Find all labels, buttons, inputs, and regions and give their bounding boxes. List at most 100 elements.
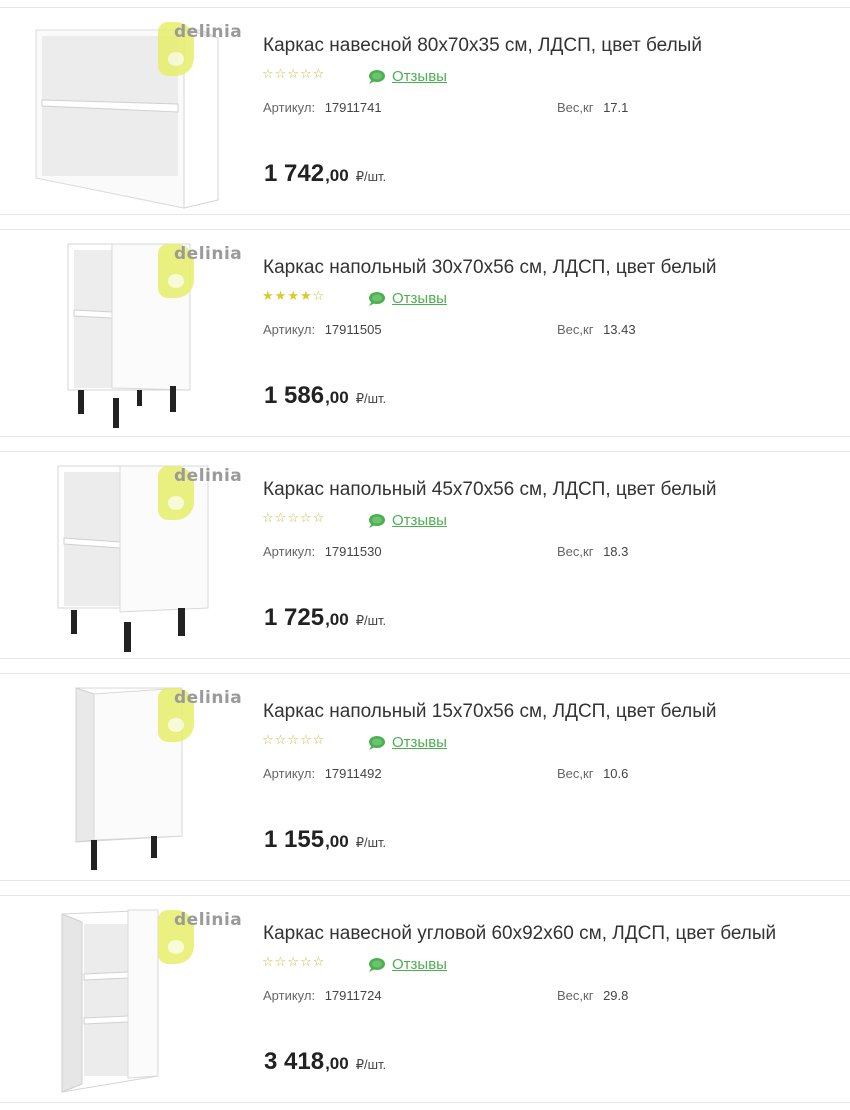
- rating-stars[interactable]: ★ ★ ★ ★ ☆: [262, 290, 324, 303]
- article-value: 17911492: [324, 766, 382, 781]
- article-label: Артикул:: [263, 544, 316, 559]
- star-icon: ☆: [262, 955, 274, 970]
- star-icon: ☆: [274, 67, 287, 82]
- reviews-link[interactable]: Отзывы: [366, 956, 447, 973]
- article-label: Артикул:: [263, 322, 316, 337]
- weight-value: 17.1: [603, 100, 629, 115]
- price-unit: ₽/шт.: [355, 391, 387, 406]
- product-card[interactable]: delinia Каркас навесной 80x70x35 см, ЛДС…: [0, 7, 850, 215]
- reviews-link[interactable]: Отзывы: [366, 512, 447, 529]
- weight-label: Вес,кг: [557, 988, 594, 1003]
- price-unit: ₽/шт.: [355, 169, 387, 184]
- brand-logo: delinia: [156, 462, 256, 522]
- article-label: Артикул:: [263, 100, 316, 115]
- product-title[interactable]: Каркас напольный 30x70x56 см, ЛДСП, цвет…: [263, 257, 717, 279]
- article-info: Артикул: 17911741: [263, 100, 382, 115]
- star-icon: ★: [287, 289, 299, 304]
- star-icon: ★: [262, 289, 274, 304]
- weight-label: Вес,кг: [557, 766, 594, 781]
- reviews-label[interactable]: Отзывы: [392, 68, 447, 85]
- weight-info: Вес,кг 29.8: [557, 988, 628, 1003]
- product-list: delinia Каркас навесной 80x70x35 см, ЛДС…: [0, 0, 850, 1110]
- reviews-label[interactable]: Отзывы: [392, 956, 447, 973]
- price-unit: ₽/шт.: [355, 613, 387, 628]
- reviews-link[interactable]: Отзывы: [366, 68, 447, 85]
- price: 3 418 ,00 ₽/шт.: [264, 1048, 386, 1076]
- weight-value: 29.8: [603, 988, 629, 1003]
- product-card[interactable]: delinia Каркас навесной угловой 60x92x60…: [0, 895, 850, 1103]
- star-icon: ☆: [287, 733, 299, 748]
- brand-logo: delinia: [156, 18, 256, 78]
- price-decimals: ,00: [325, 1054, 349, 1073]
- price: 1 155 ,00 ₽/шт.: [264, 826, 386, 854]
- weight-info: Вес,кг 18.3: [557, 544, 628, 559]
- star-icon: ☆: [274, 955, 287, 970]
- weight-value: 18.3: [603, 544, 629, 559]
- chat-bubble-icon: [369, 69, 385, 84]
- price: 1 725 ,00 ₽/шт.: [264, 604, 386, 632]
- star-icon: ☆: [274, 511, 287, 526]
- reviews-link[interactable]: Отзывы: [366, 290, 447, 307]
- star-icon: ☆: [312, 67, 325, 82]
- article-label: Артикул:: [263, 988, 316, 1003]
- price-integer: 1 742: [264, 160, 325, 187]
- rating-stars[interactable]: ☆ ☆ ☆ ☆ ☆: [262, 956, 324, 969]
- price-integer: 3 418: [264, 1048, 325, 1075]
- reviews-label[interactable]: Отзывы: [392, 512, 447, 529]
- chat-bubble-icon: [369, 291, 385, 306]
- weight-label: Вес,кг: [557, 544, 594, 559]
- price-integer: 1 586: [264, 382, 325, 409]
- price-decimals: ,00: [325, 166, 349, 185]
- article-value: 17911724: [324, 988, 382, 1003]
- star-icon: ☆: [262, 67, 274, 82]
- product-title[interactable]: Каркас навесной угловой 60x92x60 см, ЛДС…: [263, 923, 776, 945]
- rating-stars[interactable]: ☆ ☆ ☆ ☆ ☆: [262, 734, 324, 747]
- rating-stars[interactable]: ☆ ☆ ☆ ☆ ☆: [262, 512, 324, 525]
- product-title[interactable]: Каркас напольный 45x70x56 см, ЛДСП, цвет…: [263, 479, 717, 501]
- article-info: Артикул: 17911505: [263, 322, 382, 337]
- reviews-label[interactable]: Отзывы: [392, 734, 447, 751]
- star-icon: ☆: [312, 955, 325, 970]
- star-icon: ☆: [274, 733, 287, 748]
- star-icon: ☆: [299, 511, 312, 526]
- article-info: Артикул: 17911492: [263, 766, 382, 781]
- brand-logo: delinia: [156, 906, 256, 966]
- price-unit: ₽/шт.: [355, 835, 387, 850]
- star-icon: ★: [299, 289, 312, 304]
- chat-bubble-icon: [369, 957, 385, 972]
- price-decimals: ,00: [325, 832, 349, 851]
- price-unit: ₽/шт.: [355, 1057, 387, 1072]
- reviews-link[interactable]: Отзывы: [366, 734, 447, 751]
- star-icon: ☆: [299, 733, 312, 748]
- price-decimals: ,00: [325, 388, 349, 407]
- weight-value: 13.43: [603, 322, 636, 337]
- star-icon: ☆: [262, 511, 274, 526]
- weight-label: Вес,кг: [557, 100, 594, 115]
- product-card[interactable]: delinia Каркас напольный 45x70x56 см, ЛД…: [0, 451, 850, 659]
- article-value: 17911741: [324, 100, 382, 115]
- price-decimals: ,00: [325, 610, 349, 629]
- weight-value: 10.6: [603, 766, 629, 781]
- product-card[interactable]: delinia Каркас напольный 15x70x56 см, ЛД…: [0, 673, 850, 881]
- star-icon: ☆: [299, 955, 312, 970]
- product-title[interactable]: Каркас напольный 15x70x56 см, ЛДСП, цвет…: [263, 701, 717, 723]
- brand-logo: delinia: [156, 684, 256, 744]
- article-value: 17911530: [324, 544, 382, 559]
- chat-bubble-icon: [369, 735, 385, 750]
- price-integer: 1 155: [264, 826, 325, 853]
- star-icon: ★: [274, 289, 287, 304]
- chat-bubble-icon: [369, 513, 385, 528]
- rating-stars[interactable]: ☆ ☆ ☆ ☆ ☆: [262, 68, 324, 81]
- star-icon: ☆: [312, 733, 325, 748]
- article-info: Артикул: 17911530: [263, 544, 382, 559]
- star-icon: ☆: [312, 289, 325, 304]
- product-card[interactable]: delinia Каркас напольный 30x70x56 см, ЛД…: [0, 229, 850, 437]
- reviews-label[interactable]: Отзывы: [392, 290, 447, 307]
- star-icon: ☆: [299, 67, 312, 82]
- product-title[interactable]: Каркас навесной 80x70x35 см, ЛДСП, цвет …: [263, 35, 702, 57]
- weight-info: Вес,кг 17.1: [557, 100, 628, 115]
- price: 1 586 ,00 ₽/шт.: [264, 382, 386, 410]
- article-value: 17911505: [324, 322, 382, 337]
- brand-logo: delinia: [156, 240, 256, 300]
- star-icon: ☆: [312, 511, 325, 526]
